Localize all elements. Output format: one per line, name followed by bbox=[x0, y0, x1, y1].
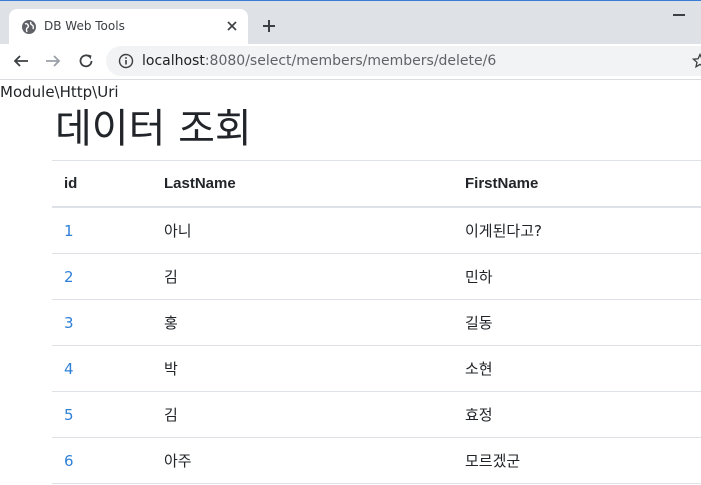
info-icon[interactable] bbox=[118, 53, 134, 69]
cell-id: 3 bbox=[52, 299, 152, 346]
member-id-link[interactable]: 6 bbox=[64, 452, 74, 470]
table-row: 6 아주 모르겠군 bbox=[52, 437, 701, 484]
page-title: 데이터 조회 bbox=[55, 106, 252, 152]
cell-firstname: 민하 bbox=[453, 253, 701, 300]
header-id: id bbox=[52, 160, 152, 208]
table-row: 5 김 효정 bbox=[52, 391, 701, 438]
member-id-link[interactable]: 2 bbox=[64, 268, 74, 286]
cell-firstname: 이게된다고? bbox=[453, 206, 701, 254]
table-row: 1 아니 이게된다고? bbox=[52, 206, 701, 254]
bookmark-star-icon[interactable] bbox=[692, 53, 701, 69]
header-lastname: LastName bbox=[152, 160, 453, 208]
cell-firstname: 모르겠군 bbox=[453, 437, 701, 484]
cell-id: 4 bbox=[52, 345, 152, 392]
cell-firstname: 소현 bbox=[453, 345, 701, 392]
cell-lastname: 박 bbox=[152, 345, 453, 392]
member-id-link[interactable]: 1 bbox=[64, 222, 74, 240]
browser-toolbar: localhost:8080/select/members/members/de… bbox=[0, 44, 701, 80]
new-tab-icon[interactable] bbox=[260, 17, 278, 35]
member-id-link[interactable]: 5 bbox=[64, 406, 74, 424]
close-tab-icon[interactable] bbox=[224, 18, 240, 34]
tab-title: DB Web Tools bbox=[44, 19, 125, 33]
browser-tab-strip: DB Web Tools bbox=[0, 0, 701, 45]
cell-lastname: 홍 bbox=[152, 299, 453, 346]
browser-tab[interactable]: DB Web Tools bbox=[9, 9, 248, 45]
table-row: 3 홍 길동 bbox=[52, 299, 701, 346]
url-path: :8080/select/members/members/delete/6 bbox=[204, 53, 497, 69]
url-host: localhost bbox=[142, 53, 205, 69]
cell-lastname: 아니 bbox=[152, 206, 453, 254]
member-id-link[interactable]: 3 bbox=[64, 314, 74, 332]
reload-icon[interactable] bbox=[77, 52, 95, 70]
cell-lastname: 김 bbox=[152, 253, 453, 300]
cell-firstname: 효정 bbox=[453, 391, 701, 438]
cell-lastname: 아주 bbox=[152, 437, 453, 484]
cell-id: 6 bbox=[52, 437, 152, 484]
header-firstname: FirstName bbox=[453, 160, 701, 208]
globe-icon bbox=[22, 20, 36, 34]
table-row: 4 박 소현 bbox=[52, 345, 701, 392]
table-header-row: id LastName FirstName bbox=[52, 160, 701, 208]
url-text[interactable]: localhost:8080/select/members/members/de… bbox=[142, 53, 496, 69]
cell-firstname: 길동 bbox=[453, 299, 701, 346]
module-path-text: Module\Http\Uri bbox=[0, 83, 119, 101]
forward-arrow-icon[interactable] bbox=[44, 52, 62, 70]
cell-id: 2 bbox=[52, 253, 152, 300]
page-content: Module\Http\Uri 데이터 조회 id LastName First… bbox=[0, 80, 701, 485]
cell-id: 5 bbox=[52, 391, 152, 438]
members-table: id LastName FirstName 1 아니 이게된다고? 2 김 민하… bbox=[52, 160, 701, 484]
cell-lastname: 김 bbox=[152, 391, 453, 438]
cell-id: 1 bbox=[52, 206, 152, 254]
back-arrow-icon[interactable] bbox=[12, 52, 30, 70]
member-id-link[interactable]: 4 bbox=[64, 360, 74, 378]
minimize-window-button[interactable] bbox=[673, 14, 685, 16]
address-bar[interactable]: localhost:8080/select/members/members/de… bbox=[106, 46, 701, 76]
table-row: 2 김 민하 bbox=[52, 253, 701, 300]
